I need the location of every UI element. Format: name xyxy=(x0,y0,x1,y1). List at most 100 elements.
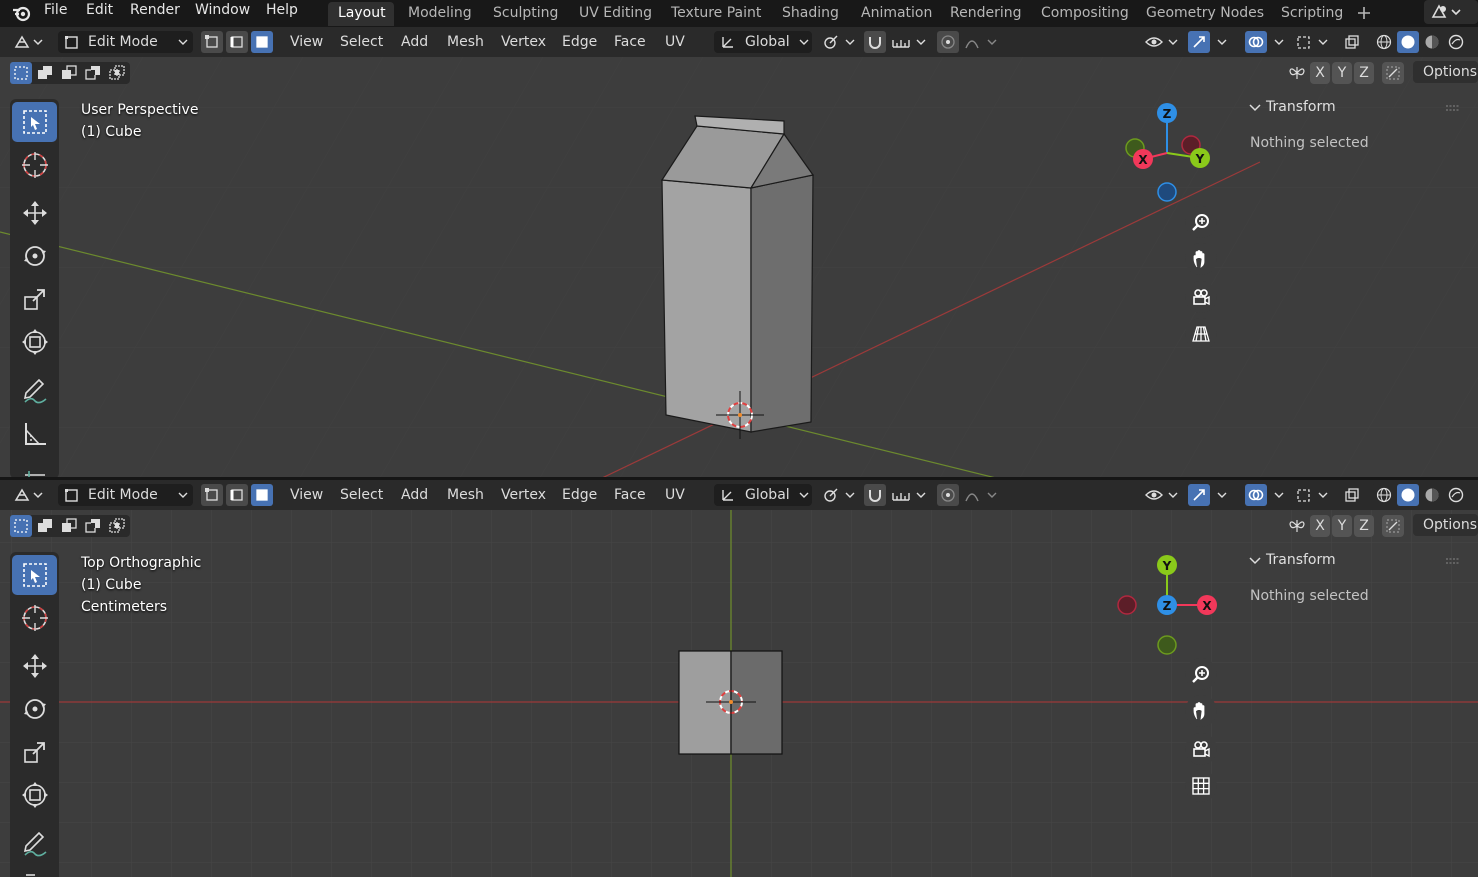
mode-dropdown[interactable]: Edit Mode xyxy=(58,484,193,506)
transform-tool[interactable] xyxy=(12,322,57,362)
editor-type-button[interactable] xyxy=(12,484,50,506)
tab-compositing[interactable]: Compositing xyxy=(1031,2,1139,26)
orientation-dropdown[interactable]: Global xyxy=(714,31,812,53)
zoom-button[interactable] xyxy=(1185,206,1217,238)
xray-toggle[interactable] xyxy=(1341,31,1363,53)
material-shading-button[interactable] xyxy=(1421,484,1443,506)
menu-face[interactable]: Face xyxy=(614,31,646,53)
scale-tool[interactable] xyxy=(12,732,57,772)
transform-panel-title[interactable]: Transform xyxy=(1266,99,1336,115)
tab-texture-paint[interactable]: Texture Paint xyxy=(661,2,771,26)
rotate-tool[interactable] xyxy=(12,236,57,276)
tab-layout[interactable]: Layout xyxy=(328,2,394,26)
tab-scripting[interactable]: Scripting xyxy=(1271,2,1353,26)
select-subtract-button[interactable] xyxy=(58,515,80,537)
perspective-toggle-button[interactable] xyxy=(1185,318,1217,350)
rotate-tool[interactable] xyxy=(12,689,57,729)
overlays-toggle[interactable] xyxy=(1245,484,1267,506)
edge-select-button[interactable] xyxy=(226,31,248,53)
neg-x-axis-icon[interactable] xyxy=(1117,595,1137,615)
tab-geometry-nodes[interactable]: Geometry Nodes xyxy=(1136,2,1274,26)
measure-tool[interactable] xyxy=(12,867,57,877)
options-dropdown[interactable]: Options xyxy=(1413,514,1478,536)
menu-edge[interactable]: Edge xyxy=(562,31,597,53)
pan-button[interactable] xyxy=(1185,695,1217,727)
orientation-dropdown[interactable]: Global xyxy=(714,484,812,506)
snap-target-button[interactable] xyxy=(889,484,929,506)
falloff-dropdown[interactable] xyxy=(962,484,1002,506)
drag-handle-icon[interactable] xyxy=(1445,558,1461,564)
camera-view-button[interactable] xyxy=(1185,733,1217,765)
solid-shading-button[interactable] xyxy=(1397,31,1419,53)
menu-edge[interactable]: Edge xyxy=(562,484,597,506)
mirror-z-toggle[interactable]: Z xyxy=(1354,515,1374,537)
menu-select[interactable]: Select xyxy=(340,484,383,506)
wireframe-shading-button[interactable] xyxy=(1373,31,1395,53)
menu-add[interactable]: Add xyxy=(401,31,428,53)
select-new-button[interactable] xyxy=(10,515,32,537)
add-cube-tool[interactable] xyxy=(12,459,57,477)
menu-help[interactable]: Help xyxy=(266,2,298,18)
tab-animation[interactable]: Animation xyxy=(851,2,942,26)
select-new-button[interactable] xyxy=(10,62,32,84)
plus-icon[interactable] xyxy=(1356,5,1372,21)
tab-modeling[interactable]: Modeling xyxy=(398,2,482,26)
select-invert-button[interactable] xyxy=(82,515,104,537)
gizmo-toggle[interactable] xyxy=(1188,31,1210,53)
select-box-tool[interactable] xyxy=(12,555,57,595)
rendered-shading-button[interactable] xyxy=(1445,31,1467,53)
snap-target-button[interactable] xyxy=(889,31,929,53)
material-shading-button[interactable] xyxy=(1421,31,1443,53)
cursor-tool[interactable] xyxy=(12,598,57,638)
navigation-gizmo[interactable]: Y X Z xyxy=(1110,550,1222,660)
viewport-bottom[interactable]: Edit Mode View Select Add Mesh Vertex Ed… xyxy=(0,480,1478,877)
mesh-edit-overlays-dropdown[interactable] xyxy=(1293,31,1333,53)
solid-shading-button[interactable] xyxy=(1397,484,1419,506)
face-select-button[interactable] xyxy=(251,31,273,53)
neg-y-axis-icon[interactable] xyxy=(1157,635,1177,655)
menu-vertex[interactable]: Vertex xyxy=(501,31,546,53)
mirror-y-toggle[interactable]: Y xyxy=(1332,62,1352,84)
face-select-button[interactable] xyxy=(251,484,273,506)
camera-view-button[interactable] xyxy=(1185,281,1217,313)
vertex-select-button[interactable] xyxy=(201,484,223,506)
select-extend-button[interactable] xyxy=(34,62,56,84)
zoom-button[interactable] xyxy=(1185,658,1217,690)
falloff-dropdown[interactable] xyxy=(962,31,1002,53)
mesh-edit-overlays-dropdown[interactable] xyxy=(1293,484,1333,506)
rendered-shading-button[interactable] xyxy=(1445,484,1467,506)
navigation-gizmo[interactable]: Z Y X xyxy=(1115,99,1225,211)
cursor-tool[interactable] xyxy=(12,145,57,185)
xray-toggle[interactable] xyxy=(1341,484,1363,506)
chevron-down-icon[interactable] xyxy=(1249,103,1261,113)
chevron-down-icon[interactable] xyxy=(1273,492,1285,500)
pan-button[interactable] xyxy=(1185,243,1217,275)
tab-uv-editing[interactable]: UV Editing xyxy=(569,2,662,26)
drag-handle-icon[interactable] xyxy=(1445,105,1461,111)
menu-select[interactable]: Select xyxy=(340,31,383,53)
select-extend-button[interactable] xyxy=(34,515,56,537)
editor-type-button[interactable] xyxy=(12,31,50,53)
pivot-point-button[interactable] xyxy=(822,31,858,53)
pivot-point-button[interactable] xyxy=(822,484,858,506)
menu-file[interactable]: File xyxy=(44,2,67,18)
orthographic-toggle-button[interactable] xyxy=(1185,770,1217,802)
measure-tool[interactable] xyxy=(12,414,57,454)
viewport-top[interactable]: Edit Mode View Select Add Mesh Vertex Ed… xyxy=(0,27,1478,477)
neg-z-axis-icon[interactable] xyxy=(1157,182,1177,202)
cube-mesh[interactable] xyxy=(660,115,815,433)
menu-window[interactable]: Window xyxy=(195,2,250,18)
transform-tool[interactable] xyxy=(12,775,57,815)
menu-vertex[interactable]: Vertex xyxy=(501,484,546,506)
snap-toggle[interactable] xyxy=(864,484,886,506)
tab-sculpting[interactable]: Sculpting xyxy=(483,2,568,26)
menu-render[interactable]: Render xyxy=(130,2,180,18)
auto-merge-toggle[interactable] xyxy=(1382,62,1404,84)
visibility-dropdown[interactable] xyxy=(1143,484,1183,506)
select-box-tool[interactable] xyxy=(12,102,57,142)
mirror-y-toggle[interactable]: Y xyxy=(1332,515,1352,537)
menu-mesh[interactable]: Mesh xyxy=(447,484,484,506)
menu-uv[interactable]: UV xyxy=(665,484,685,506)
visibility-dropdown[interactable] xyxy=(1143,31,1183,53)
menu-face[interactable]: Face xyxy=(614,484,646,506)
